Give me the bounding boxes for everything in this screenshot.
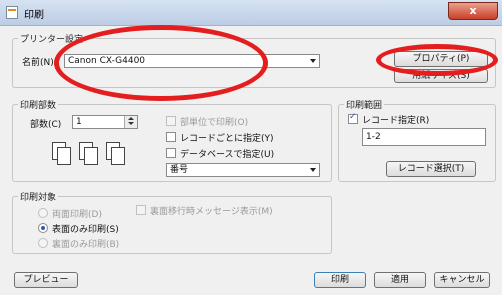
chevron-down-icon <box>310 59 316 63</box>
show-message-label: 裏面移行時メッセージ表示(M) <box>150 207 273 217</box>
cancel-button[interactable]: キャンセル <box>434 272 490 288</box>
record-specified-checkbox[interactable]: ✓ <box>348 112 358 124</box>
range-input[interactable]: 1-2 <box>362 128 486 146</box>
per-record-checkbox[interactable] <box>166 132 176 142</box>
copies-value: 1 <box>76 117 82 127</box>
both-sides-radio[interactable] <box>38 208 48 218</box>
order-select[interactable]: 番号 <box>166 163 320 177</box>
order-value: 番号 <box>170 165 189 175</box>
collate-checkbox[interactable] <box>166 116 176 126</box>
both-sides-label: 両面印刷(D) <box>52 210 102 220</box>
title-bar <box>0 0 502 26</box>
highlight-oval-properties <box>376 44 498 76</box>
per-record-label: レコードごとに指定(Y) <box>180 134 274 144</box>
target-group-label: 印刷対象 <box>18 190 59 203</box>
close-button[interactable]: x <box>448 2 498 20</box>
apply-button[interactable]: 適用 <box>374 272 426 288</box>
record-select-button[interactable]: レコード選択(T) <box>386 161 476 177</box>
highlight-oval-printer-name <box>54 25 268 101</box>
collate-preview <box>52 142 132 174</box>
preview-button[interactable]: プレビュー <box>14 272 78 288</box>
collate-label: 部単位で印刷(O) <box>180 118 249 128</box>
db-specified-label: データベースで指定(U) <box>180 150 275 160</box>
chevron-down-icon <box>310 168 316 172</box>
window-title: 印刷 <box>24 10 44 21</box>
copies-spinner[interactable] <box>124 116 137 128</box>
page-icon <box>84 147 98 165</box>
checkmark-icon: ✓ <box>349 112 357 122</box>
show-message-checkbox[interactable] <box>136 205 146 215</box>
db-specified-checkbox[interactable] <box>166 148 176 158</box>
spin-down-icon <box>128 122 134 125</box>
copies-group-label: 印刷部数 <box>18 98 59 111</box>
record-specified-label: レコード指定(R) <box>362 116 430 126</box>
spin-up-icon <box>128 117 134 120</box>
page-icon <box>57 147 71 165</box>
print-dialog-icon <box>6 6 18 19</box>
page-icon <box>111 147 125 165</box>
back-only-label: 裏面のみ印刷(B) <box>52 240 120 250</box>
print-button[interactable]: 印刷 <box>314 272 366 288</box>
range-value: 1-2 <box>366 132 381 142</box>
front-only-radio[interactable] <box>38 223 48 233</box>
front-only-label: 表面のみ印刷(S) <box>52 225 119 235</box>
range-group-label: 印刷範囲 <box>344 98 385 111</box>
printer-name-label: 名前(N): <box>22 58 57 68</box>
copies-label: 部数(C) <box>30 120 62 130</box>
back-only-radio[interactable] <box>38 238 48 248</box>
